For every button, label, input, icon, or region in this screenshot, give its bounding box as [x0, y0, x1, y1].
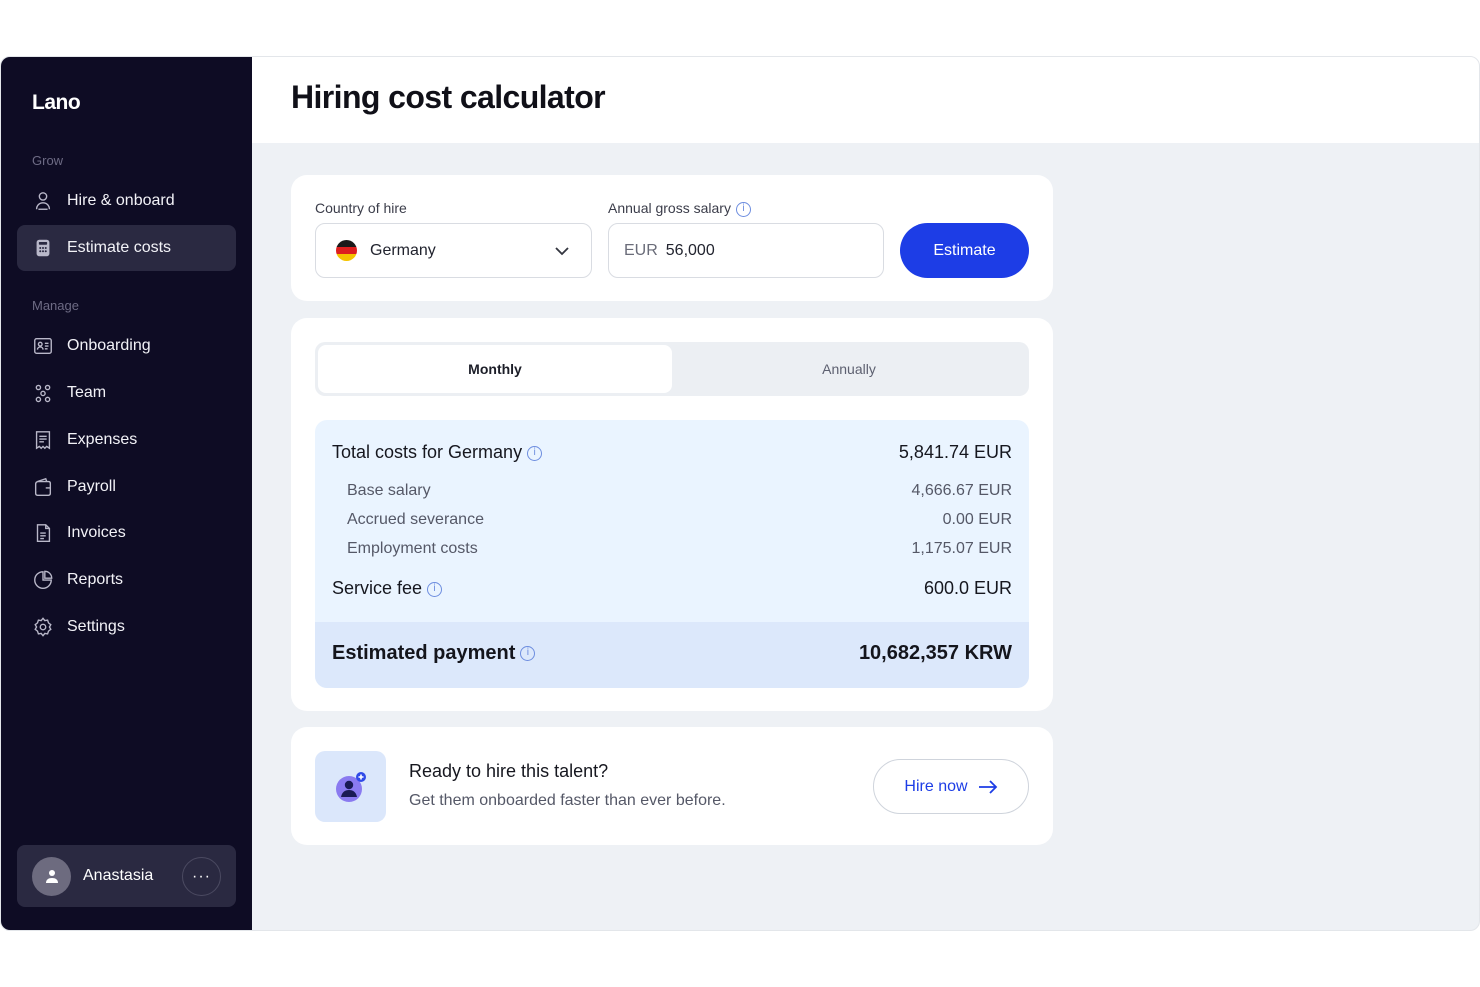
sidebar-item-label: Estimate costs — [67, 239, 172, 256]
estimated-payment-value: 10,682,357 KRW — [858, 642, 1012, 664]
sidebar-item-label: Expenses — [67, 431, 138, 448]
chevron-down-icon — [555, 247, 569, 256]
period-tabs: Monthly Annually — [315, 342, 1029, 396]
hire-cta-subtitle: Get them onboarded faster than ever befo… — [409, 792, 726, 809]
total-costs-label: Total costs for Germany i — [332, 442, 543, 463]
info-icon[interactable]: i — [527, 445, 543, 461]
team-icon — [32, 382, 54, 404]
sidebar-item-estimate-costs[interactable]: Estimate costs — [17, 225, 236, 271]
accrued-severance-value: 0.00 EUR — [942, 511, 1012, 528]
country-value: Germany — [370, 241, 436, 259]
results-card: Monthly Annually Total costs for Germany… — [291, 318, 1053, 711]
sidebar: Lano Grow Hire & onboard Estimate costs … — [1, 57, 252, 930]
employment-costs-value: 1,175.07 EUR — [911, 540, 1012, 557]
salary-currency: EUR — [624, 241, 658, 259]
sidebar-item-payroll[interactable]: Payroll — [17, 464, 236, 510]
sidebar-item-expenses[interactable]: Expenses — [17, 417, 236, 463]
sidebar-item-settings[interactable]: Settings — [17, 604, 236, 650]
service-fee-value: 600.0 EUR — [923, 578, 1012, 598]
service-fee-label: Service fee i — [332, 578, 443, 599]
accrued-severance-label: Accrued severance — [347, 511, 484, 528]
section-label-manage: Manage — [32, 298, 79, 313]
sidebar-item-onboarding[interactable]: Onboarding — [17, 323, 236, 369]
country-label: Country of hire — [315, 200, 407, 216]
total-costs-value: 5,841.74 EUR — [898, 442, 1012, 462]
person-icon — [32, 190, 54, 212]
page-header: Hiring cost calculator — [252, 57, 1479, 143]
sidebar-item-label: Onboarding — [67, 337, 151, 354]
salary-label: Annual gross salary i — [608, 200, 751, 217]
hire-cta-title: Ready to hire this talent? — [409, 761, 609, 781]
user-icon — [45, 870, 58, 883]
sidebar-item-label: Invoices — [67, 524, 126, 541]
employment-costs-row: Employment costs 1,175.07 EUR — [347, 540, 1012, 558]
germany-flag-icon — [336, 240, 357, 261]
sidebar-item-reports[interactable]: Reports — [17, 557, 236, 603]
more-options-button[interactable]: ··· — [182, 857, 221, 896]
calculator-icon — [32, 237, 54, 259]
sidebar-item-label: Reports — [67, 571, 124, 588]
tab-monthly[interactable]: Monthly — [318, 345, 672, 393]
user-name: Anastasia — [83, 867, 154, 884]
estimated-payment-band: Estimated payment i 10,682,357 KRW — [315, 622, 1029, 688]
info-icon[interactable]: i — [520, 646, 536, 662]
sidebar-item-team[interactable]: Team — [17, 370, 236, 416]
cost-breakdown: Total costs for Germany i 5,841.74 EUR Ba… — [315, 420, 1029, 688]
info-icon[interactable]: i — [735, 201, 751, 217]
total-costs-row: Total costs for Germany i 5,841.74 EUR — [332, 442, 1012, 463]
tab-annually[interactable]: Annually — [672, 345, 1026, 393]
hire-now-button[interactable]: Hire now — [873, 759, 1029, 814]
wallet-icon — [32, 476, 54, 498]
user-card[interactable]: Anastasia ··· — [17, 845, 236, 907]
invoice-icon — [32, 522, 54, 544]
country-select[interactable]: Germany — [315, 223, 592, 278]
avatar[interactable] — [32, 856, 71, 896]
sidebar-item-invoices[interactable]: Invoices — [17, 510, 236, 556]
hire-talent-icon — [315, 751, 386, 822]
hire-cta-card: Ready to hire this talent? Get them onbo… — [291, 727, 1053, 845]
pie-chart-icon — [32, 569, 54, 591]
app-window: Lano Grow Hire & onboard Estimate costs … — [0, 56, 1480, 931]
id-card-icon — [32, 335, 54, 357]
accrued-severance-row: Accrued severance 0.00 EUR — [347, 511, 1012, 529]
base-salary-label: Base salary — [347, 482, 431, 499]
sidebar-item-label: Hire & onboard — [67, 192, 175, 209]
base-salary-value: 4,666.67 EUR — [911, 482, 1012, 499]
employment-costs-label: Employment costs — [347, 540, 478, 557]
sidebar-item-label: Team — [67, 384, 107, 401]
hire-now-label: Hire now — [904, 777, 968, 795]
salary-input[interactable] — [665, 241, 846, 260]
main-content: Hiring cost calculator Country of hire G… — [252, 57, 1479, 930]
estimated-payment-label: Estimated payment i — [332, 642, 536, 665]
estimate-button[interactable]: Estimate — [900, 223, 1029, 278]
gear-icon — [32, 616, 54, 638]
arrow-right-icon — [978, 779, 997, 794]
input-card: Country of hire Germany Annual gross sal… — [291, 175, 1053, 301]
service-fee-row: Service fee i 600.0 EUR — [332, 578, 1012, 599]
sidebar-item-hire-onboard[interactable]: Hire & onboard — [17, 178, 236, 224]
base-salary-row: Base salary 4,666.67 EUR — [347, 482, 1012, 500]
estimated-payment-row: Estimated payment i 10,682,357 KRW — [332, 642, 1012, 665]
info-icon[interactable]: i — [427, 581, 443, 597]
page-title: Hiring cost calculator — [291, 79, 606, 115]
sidebar-item-label: Settings — [67, 618, 125, 635]
sidebar-item-label: Payroll — [67, 478, 116, 495]
lano-logo[interactable]: Lano — [32, 91, 81, 115]
receipt-icon — [32, 429, 54, 451]
salary-field[interactable]: EUR — [608, 223, 884, 278]
section-label-grow: Grow — [32, 153, 64, 168]
